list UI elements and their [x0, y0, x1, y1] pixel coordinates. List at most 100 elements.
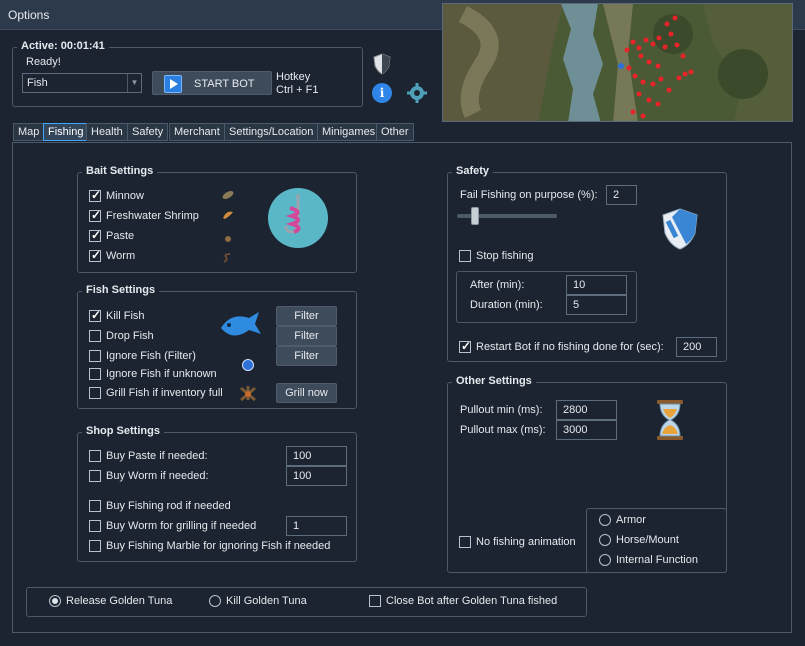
checkbox-box[interactable]: [89, 500, 101, 512]
checkbox-label: Stop fishing: [476, 250, 534, 262]
marble-icon: [242, 359, 254, 371]
checkbox-box[interactable]: [89, 470, 101, 482]
bait-paste-checkbox[interactable]: Paste: [89, 228, 134, 242]
duration-label: Duration (min):: [470, 299, 543, 311]
radio-label: Kill Golden Tuna: [226, 595, 307, 607]
window-title: Options: [8, 8, 50, 22]
restart-bot-checkbox[interactable]: Restart Bot if no fishing done for (sec)…: [459, 339, 664, 353]
checkbox-box[interactable]: [89, 368, 101, 380]
armor-radio[interactable]: Armor: [599, 514, 646, 526]
mode-select[interactable]: Fish ▼: [22, 73, 142, 93]
buy-grill-worm-amount[interactable]: 1: [286, 516, 347, 536]
checkbox-label: Drop Fish: [106, 330, 154, 342]
kill-golden-tuna-radio[interactable]: Kill Golden Tuna: [209, 595, 307, 607]
grill-fish-checkbox[interactable]: Grill Fish if inventory full: [89, 387, 223, 399]
checkbox-box[interactable]: [459, 339, 471, 353]
pullout-min-value[interactable]: 2800: [556, 400, 617, 420]
checkbox-box[interactable]: [89, 540, 101, 552]
internal-function-radio[interactable]: Internal Function: [599, 554, 698, 566]
hotkey-value: Ctrl + F1: [276, 84, 319, 96]
ignore-fish-filter-checkbox[interactable]: Ignore Fish (Filter): [89, 350, 196, 362]
radio-circle[interactable]: [49, 595, 61, 607]
checkbox-box[interactable]: [89, 248, 101, 262]
tab-minigames[interactable]: Minigames: [317, 123, 381, 141]
bait-shrimp-checkbox[interactable]: Freshwater Shrimp: [89, 208, 199, 222]
checkbox-label: Buy Paste if needed:: [106, 450, 208, 462]
buy-paste-amount[interactable]: 100: [286, 446, 347, 466]
tab-health[interactable]: Health: [86, 123, 128, 141]
checkbox-box[interactable]: [89, 450, 101, 462]
checkbox-box[interactable]: [89, 387, 101, 399]
horse-mount-radio[interactable]: Horse/Mount: [599, 534, 679, 546]
fail-fishing-value[interactable]: 2: [606, 185, 637, 205]
slider-thumb[interactable]: [471, 207, 479, 225]
checkbox-box[interactable]: [89, 330, 101, 342]
tab-map[interactable]: Map: [13, 123, 45, 141]
radio-circle[interactable]: [599, 534, 611, 546]
kill-fish-filter-button[interactable]: Filter: [276, 306, 337, 326]
restart-bot-value[interactable]: 200: [676, 337, 717, 357]
ignore-fish-filter-button[interactable]: Filter: [276, 346, 337, 366]
radio-circle[interactable]: [599, 554, 611, 566]
no-fishing-animation-checkbox[interactable]: No fishing animation: [459, 536, 576, 548]
duration-value[interactable]: 5: [566, 295, 627, 315]
hotkey-label: Hotkey: [276, 71, 311, 83]
pullout-max-label: Pullout max (ms):: [460, 424, 546, 436]
buy-paste-checkbox[interactable]: Buy Paste if needed:: [89, 450, 208, 462]
fail-fishing-slider[interactable]: [457, 207, 557, 225]
radio-label: Horse/Mount: [616, 534, 679, 546]
tab-fishing[interactable]: Fishing: [43, 123, 89, 141]
after-value[interactable]: 10: [566, 275, 627, 295]
drop-fish-filter-button[interactable]: Filter: [276, 326, 337, 346]
tab-other[interactable]: Other: [376, 123, 414, 141]
fishing-hook-icon: [268, 188, 328, 248]
buy-worm-amount[interactable]: 100: [286, 466, 347, 486]
shield-icon[interactable]: [372, 53, 392, 75]
tab-safety[interactable]: Safety: [127, 123, 169, 141]
checkbox-label: Buy Fishing Marble for ignoring Fish if …: [106, 540, 331, 552]
grill-icon: [237, 382, 259, 402]
minimap-image: [443, 4, 792, 121]
active-timer: Active: 00:01:41: [17, 40, 109, 52]
checkbox-box[interactable]: [89, 308, 101, 322]
checkbox-label: Freshwater Shrimp: [106, 210, 199, 222]
radio-circle[interactable]: [599, 514, 611, 526]
radio-label: Release Golden Tuna: [66, 595, 173, 607]
stop-fishing-checkbox[interactable]: Stop fishing: [459, 250, 533, 262]
close-bot-golden-tuna-checkbox[interactable]: Close Bot after Golden Tuna fished: [369, 595, 557, 607]
tab-settings-location[interactable]: Settings/Location: [224, 123, 319, 141]
checkbox-box[interactable]: [89, 520, 101, 532]
pullout-max-value[interactable]: 3000: [556, 420, 617, 440]
fish-settings-title: Fish Settings: [82, 284, 160, 296]
safety-shield-icon: [660, 207, 700, 251]
buy-grill-worm-checkbox[interactable]: Buy Worm for grilling if needed: [89, 520, 256, 532]
bait-worm-checkbox[interactable]: Worm: [89, 248, 136, 262]
checkbox-box[interactable]: [89, 350, 101, 362]
checkbox-label: Buy Worm for grilling if needed: [106, 520, 257, 532]
minimap[interactable]: [442, 3, 793, 122]
gear-icon[interactable]: [406, 82, 428, 104]
drop-fish-checkbox[interactable]: Drop Fish: [89, 330, 154, 342]
kill-fish-checkbox[interactable]: Kill Fish: [89, 308, 145, 322]
grill-now-button[interactable]: Grill now: [276, 383, 337, 403]
ignore-unknown-fish-checkbox[interactable]: Ignore Fish if unknown: [89, 368, 217, 380]
checkbox-box[interactable]: [459, 536, 471, 548]
start-bot-button[interactable]: START BOT: [152, 71, 272, 95]
buy-fishing-rod-checkbox[interactable]: Buy Fishing rod if needed: [89, 500, 231, 512]
radio-circle[interactable]: [209, 595, 221, 607]
checkbox-box[interactable]: [89, 228, 101, 242]
checkbox-box[interactable]: [459, 250, 471, 262]
buy-worm-checkbox[interactable]: Buy Worm if needed:: [89, 470, 209, 482]
checkbox-label: Ignore Fish (Filter): [106, 350, 196, 362]
checkbox-box[interactable]: [369, 595, 381, 607]
checkbox-box[interactable]: [89, 208, 101, 222]
info-icon[interactable]: i: [372, 83, 392, 103]
checkbox-label: Worm: [106, 250, 136, 262]
mode-select-value: Fish: [27, 77, 48, 89]
checkbox-box[interactable]: [89, 188, 101, 202]
release-golden-tuna-radio[interactable]: Release Golden Tuna: [49, 595, 172, 607]
buy-fishing-marble-checkbox[interactable]: Buy Fishing Marble for ignoring Fish if …: [89, 540, 330, 552]
tab-merchant[interactable]: Merchant: [169, 123, 225, 141]
shrimp-icon: [220, 208, 236, 222]
bait-minnow-checkbox[interactable]: Minnow: [89, 188, 144, 202]
